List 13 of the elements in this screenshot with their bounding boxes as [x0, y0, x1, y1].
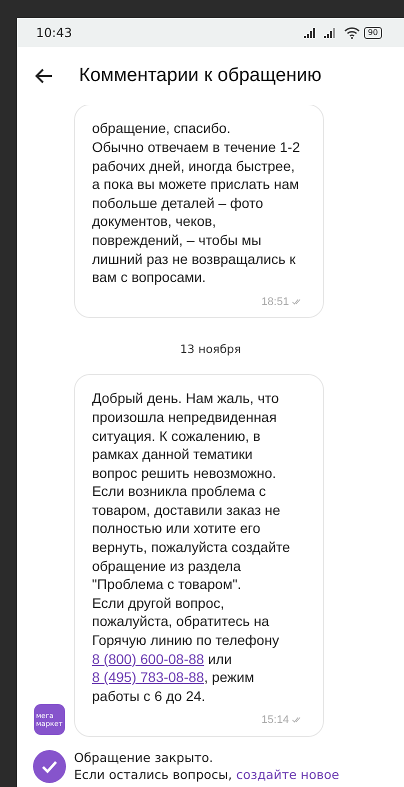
phone-link[interactable]: 8 (800) 600-08-88 [92, 650, 204, 667]
message-text: Добрый день. Нам жаль, что произошла непредвиденная ситуация. К сожалению, в рамках данной тематики вопрос решить невозможно. Если возникла проблема с товаром, доставили заказ не полностью или хотите его вернуть, пожалуйста создайте обращение из раздела "Проблема с товаром". Если другой вопрос, пожалуйста, обратитесь на Горячую линию по телефону 8 (800) 600-08-88 или 8 (495) 783-08-88, режим работы с 6 до 24. [92, 389, 292, 706]
closed-note: Если остались вопросы, создайте новое [74, 766, 340, 783]
message-text: обращение, спасибо. Обычно отвечаем в течение 1-2 рабочих дней, иногда быстрее, а пока вы можете прислать нам побольше деталей – фото документов, чеков, повреждений, – чтобы мы лишний раз не возвращались к вам с вопросами. [92, 119, 301, 287]
battery-icon: 90 [364, 26, 382, 38]
message-time: 18:51 [92, 292, 301, 312]
closed-title: Обращение закрыто. [74, 749, 214, 766]
date-separator: 13 ноября [178, 341, 242, 358]
status-time: 10:43 [36, 25, 72, 40]
message-time: 15:14 [92, 711, 301, 730]
page-title: Комментарии к обращению [79, 65, 322, 87]
create-new-link[interactable]: создайте новое [236, 767, 340, 782]
phone-link[interactable]: 8 (495) 783-08-88 [92, 669, 204, 686]
